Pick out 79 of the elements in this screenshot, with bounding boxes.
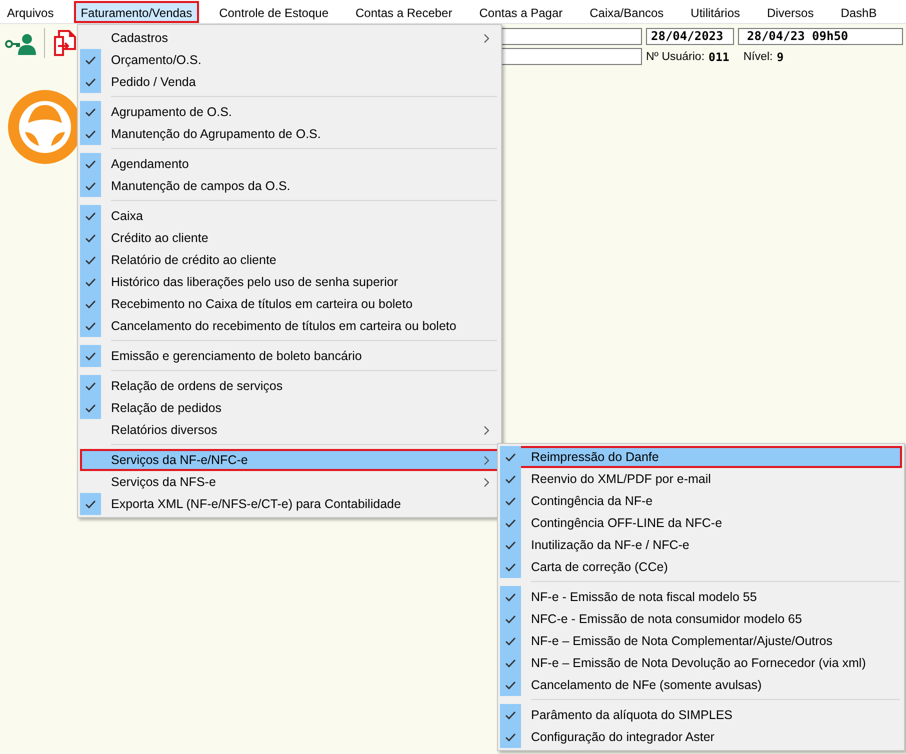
- menu-item[interactable]: Serviços da NFS-e: [80, 471, 499, 493]
- menu-item[interactable]: Parâmento da alíquota do SIMPLES: [500, 704, 902, 726]
- check-icon: [505, 732, 516, 742]
- check-icon: [85, 234, 96, 242]
- menu-item[interactable]: Cadastros: [80, 27, 499, 49]
- check-icon: [505, 496, 516, 506]
- menu-item[interactable]: Relação de ordens de serviços: [80, 375, 499, 397]
- menu-item[interactable]: Agrupamento de O.S.: [80, 101, 499, 123]
- menu-item[interactable]: Emissão e gerenciamento de boleto bancário: [80, 345, 499, 367]
- menu-item[interactable]: Manutenção do Agrupamento de O.S.: [80, 123, 499, 145]
- check-icon: [85, 212, 96, 220]
- check-icon: [85, 404, 96, 412]
- menu-bar-item[interactable]: Caixa/Bancos: [582, 1, 671, 23]
- check-icon: [505, 452, 516, 462]
- check-icon: [85, 108, 96, 116]
- menu-item[interactable]: Configuração do integrador Aster: [500, 726, 902, 748]
- menu-item[interactable]: Contingência da NF-e: [500, 490, 902, 512]
- menu-bar-item[interactable]: Contas a Pagar: [472, 1, 570, 23]
- check-icon: [505, 680, 516, 690]
- menu-item[interactable]: Caixa: [80, 205, 499, 227]
- menu-bar-item[interactable]: Arquivos: [0, 1, 61, 23]
- menu-item[interactable]: Relatório de crédito ao cliente: [80, 249, 499, 271]
- menu-bar-item[interactable]: Diversos: [760, 1, 821, 23]
- menu-item[interactable]: Exporta XML (NF-e/NFS-e/CT-e) para Contabilidade: [80, 493, 499, 515]
- datetime-field: 28/04/23 09h50: [738, 28, 903, 45]
- check-icon: [85, 160, 96, 168]
- menu-item[interactable]: Recebimento no Caixa de títulos em carteira ou boleto: [80, 293, 499, 315]
- menu-item[interactable]: Reimpressão do Danfe: [500, 446, 902, 468]
- menu-item[interactable]: Reenvio do XML/PDF por e-mail: [500, 468, 902, 490]
- menu-item[interactable]: Serviços da NF-e/NFC-e: [80, 449, 499, 471]
- menu-item[interactable]: Pedido / Venda: [80, 71, 499, 93]
- check-icon: [85, 382, 96, 390]
- menu-item[interactable]: Relatórios diversos: [80, 419, 499, 441]
- check-icon: [85, 78, 96, 86]
- key-user-icon[interactable]: [4, 32, 36, 56]
- menu-bar-item[interactable]: Utilitários: [684, 1, 748, 23]
- check-icon: [85, 182, 96, 190]
- check-icon: [505, 518, 516, 528]
- exit-document-icon[interactable]: [53, 29, 77, 57]
- menu-item[interactable]: Inutilização da NF-e / NFC-e: [500, 534, 902, 556]
- level-number: 9: [776, 50, 784, 64]
- menu-item[interactable]: NFC-e - Emissão de nota consumidor modelo 65: [500, 608, 902, 630]
- menu-bar-item[interactable]: DashB: [834, 1, 884, 23]
- check-icon: [85, 500, 96, 508]
- check-icon: [505, 474, 516, 484]
- check-icon: [505, 710, 516, 720]
- check-icon: [85, 278, 96, 286]
- check-icon: [85, 56, 96, 64]
- menu-item[interactable]: Cancelamento de NFe (somente avulsas): [500, 674, 902, 696]
- menu-item[interactable]: Crédito ao cliente: [80, 227, 499, 249]
- user-label: Nº Usuário:: [646, 50, 705, 62]
- level-label: Nível:: [743, 50, 773, 62]
- menu-item[interactable]: Contingência OFF-LINE da NFC-e: [500, 512, 902, 534]
- menu-item[interactable]: Orçamento/O.S.: [80, 49, 499, 71]
- check-icon: [505, 658, 516, 668]
- check-icon: [505, 614, 516, 624]
- check-icon: [505, 562, 516, 572]
- check-icon: [85, 322, 96, 330]
- menu-item[interactable]: NF-e - Emissão de nota fiscal modelo 55: [500, 586, 902, 608]
- date-field: 28/04/2023: [646, 28, 734, 45]
- menu-bar-item[interactable]: Faturamento/Vendas: [74, 1, 200, 23]
- menu-item[interactable]: NF-e – Emissão de Nota Complementar/Ajuste/Outros: [500, 630, 902, 652]
- menu-bar-item[interactable]: Controle de Estoque: [212, 1, 336, 23]
- menu-item[interactable]: Relação de pedidos: [80, 397, 499, 419]
- menu-item[interactable]: Manutenção de campos da O.S.: [80, 175, 499, 197]
- check-icon: [505, 592, 516, 602]
- check-icon: [85, 352, 96, 360]
- check-icon: [85, 256, 96, 264]
- menu-item[interactable]: Cancelamento do recebimento de títulos em carteira ou boleto: [80, 315, 499, 337]
- menu-item[interactable]: NF-e – Emissão de Nota Devolução ao Fornecedor (via xml): [500, 652, 902, 674]
- user-number: 011: [708, 50, 730, 64]
- check-icon: [505, 636, 516, 646]
- menu-item[interactable]: Histórico das liberações pelo uso de senha superior: [80, 271, 499, 293]
- menu-bar-item[interactable]: Contas a Receber: [348, 1, 460, 23]
- check-icon: [85, 130, 96, 138]
- check-icon: [85, 300, 96, 308]
- menu-item[interactable]: Agendamento: [80, 153, 499, 175]
- check-icon: [505, 540, 516, 550]
- menu-item[interactable]: Carta de correção (CCe): [500, 556, 902, 578]
